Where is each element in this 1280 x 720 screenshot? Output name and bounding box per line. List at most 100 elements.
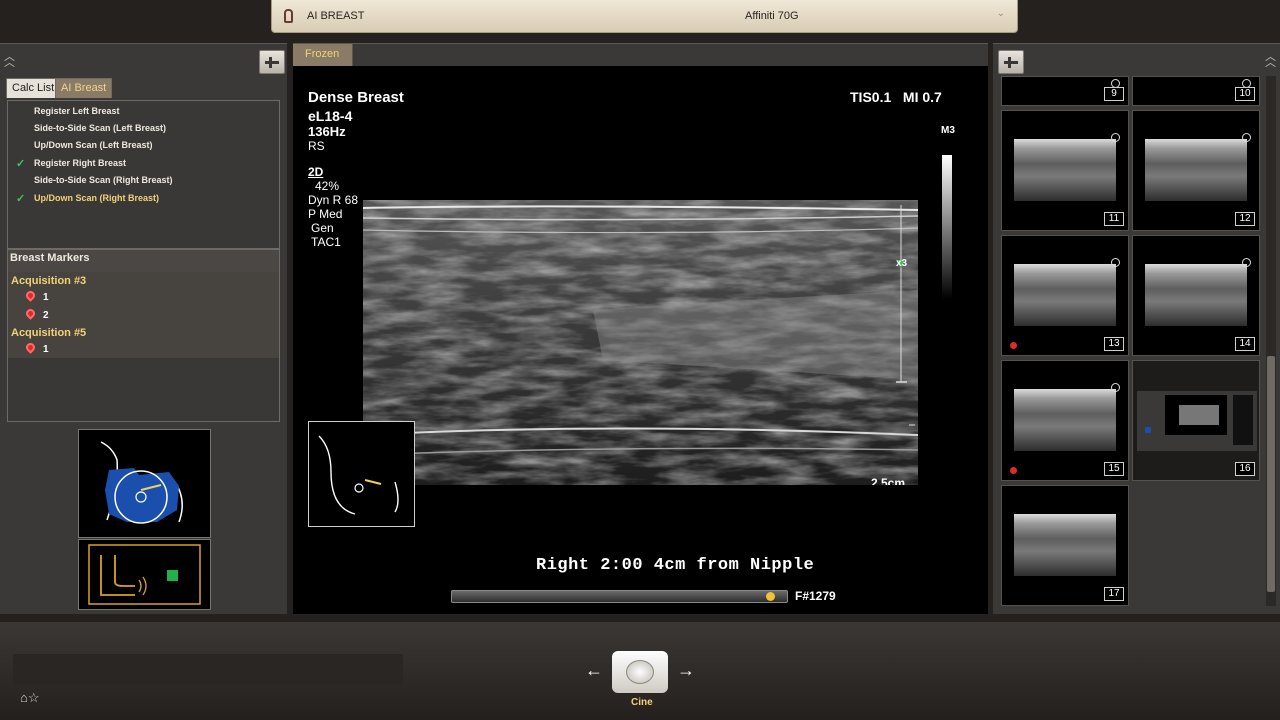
probe-position-indicator bbox=[78, 539, 211, 610]
acquisition-label[interactable]: Acquisition #3 bbox=[11, 275, 86, 287]
thumbnail-number: 17 bbox=[1104, 587, 1124, 601]
thumbnail-image bbox=[1014, 264, 1116, 326]
map-pin-icon bbox=[24, 289, 37, 302]
breast-coverage-map bbox=[78, 429, 211, 538]
marker-dot-icon bbox=[1010, 342, 1017, 349]
map-pin-icon bbox=[24, 341, 37, 354]
thumbnail-number: 12 bbox=[1235, 212, 1255, 226]
markers-list: Acquisition #3 1 2 Acquisition #5 1 bbox=[8, 272, 279, 358]
body-marker bbox=[308, 421, 415, 527]
home-star-icon[interactable]: ⌂☆ bbox=[20, 690, 40, 706]
gain-label: 42% bbox=[315, 179, 340, 193]
pin-button[interactable] bbox=[998, 50, 1024, 74]
thumbnail[interactable]: 11 bbox=[1001, 110, 1129, 231]
marker-item[interactable]: 1 bbox=[24, 289, 49, 303]
ultrasound-texture bbox=[363, 200, 918, 485]
expand-chevron-icon[interactable]: ⌄ bbox=[997, 8, 1005, 19]
trackball-icon bbox=[626, 660, 654, 684]
thumbnail-number: 9 bbox=[1104, 87, 1124, 101]
thumbnail-image bbox=[1014, 139, 1116, 201]
step-register-right[interactable]: Register Right Breast bbox=[34, 158, 126, 168]
circle-icon bbox=[1111, 383, 1120, 392]
thumbnail-number: 14 bbox=[1235, 337, 1255, 351]
cine-slider-handle[interactable] bbox=[766, 592, 775, 601]
app-name: AI BREAST bbox=[307, 10, 365, 22]
cine-slider[interactable] bbox=[451, 590, 788, 603]
frame-number: F#1279 bbox=[795, 589, 836, 603]
screen-capture-map bbox=[1145, 427, 1151, 433]
screen-capture-image bbox=[1137, 391, 1257, 451]
thumbnail[interactable]: 10 bbox=[1132, 76, 1260, 106]
ultrasound-workspace: AI BREAST Affiniti 70G ⌄ ︿ ︿ Calc List AI… bbox=[0, 0, 1280, 720]
persistence-label: P Med bbox=[308, 207, 343, 221]
marker-dot-icon bbox=[1010, 467, 1017, 474]
mode-code-label: RS bbox=[308, 139, 325, 153]
annotation-caption: Right 2:00 4cm from Nipple bbox=[536, 556, 815, 575]
frame-rate-label: 136Hz bbox=[308, 124, 346, 139]
thumbnail[interactable]: 14 bbox=[1132, 235, 1260, 356]
ultrasound-viewport: Frozen Dense Breast eL18-4 136Hz RS TIS0… bbox=[293, 43, 988, 614]
thumbnail-number: 13 bbox=[1104, 337, 1124, 351]
device-name: Affiniti 70G bbox=[745, 10, 799, 22]
tab-ai-breast[interactable]: AI Breast bbox=[55, 78, 113, 98]
person-icon bbox=[284, 9, 293, 23]
marker-item[interactable]: 1 bbox=[24, 341, 49, 355]
thumbnail-image bbox=[1014, 389, 1116, 451]
step-side-right[interactable]: Side-to-Side Scan (Right Breast) bbox=[34, 175, 173, 185]
scrollbar-thumb[interactable] bbox=[1267, 356, 1275, 592]
gen-label: Gen bbox=[311, 221, 334, 235]
thumbnail-image bbox=[1014, 514, 1116, 576]
tis-mi-label: TIS0.1 MI 0.7 bbox=[850, 89, 942, 105]
cine-trackball-button[interactable] bbox=[612, 651, 668, 693]
collapse-up-icon[interactable]: ︿ ︿ bbox=[1265, 52, 1276, 69]
breast-outline-graphic bbox=[318, 435, 399, 515]
dynamic-range-label: Dyn R 68 bbox=[308, 193, 359, 207]
step-register-left[interactable]: Register Left Breast bbox=[34, 106, 120, 116]
step-side-left[interactable]: Side-to-Side Scan (Left Breast) bbox=[34, 123, 166, 133]
pin-icon bbox=[265, 57, 279, 68]
mode-label: 2D bbox=[308, 165, 324, 179]
marker-number: 1 bbox=[43, 292, 49, 303]
viewport-header bbox=[293, 44, 988, 66]
step-updown-right[interactable]: Up/Down Scan (Right Breast) bbox=[34, 193, 159, 203]
thumbnail-number: 10 bbox=[1235, 87, 1255, 101]
pin-button[interactable] bbox=[259, 50, 285, 74]
zoom-label: x3 bbox=[896, 258, 908, 269]
thumbnail-number: 11 bbox=[1104, 212, 1124, 226]
screen-capture-thumbs bbox=[1233, 395, 1253, 445]
title-bar: AI BREAST Affiniti 70G ⌄ bbox=[271, 0, 1018, 33]
thumbnail-image bbox=[1145, 264, 1247, 326]
preset-label: Dense Breast bbox=[308, 89, 404, 106]
checkmark-icon: ✓ bbox=[16, 193, 26, 205]
checkmark-icon: ✓ bbox=[16, 158, 26, 170]
thumbnail-number: 15 bbox=[1104, 462, 1124, 476]
acquisition-label[interactable]: Acquisition #5 bbox=[11, 327, 86, 339]
thumbnail[interactable]: 15 bbox=[1001, 360, 1129, 481]
circle-icon bbox=[1111, 258, 1120, 267]
thumbnail[interactable]: 17 bbox=[1001, 485, 1129, 606]
probe-label: eL18-4 bbox=[308, 108, 353, 124]
circle-icon bbox=[1111, 133, 1120, 142]
bottom-info-field bbox=[13, 654, 403, 684]
tab-calc-list[interactable]: Calc List bbox=[6, 78, 61, 98]
thumbnail[interactable]: 12 bbox=[1132, 110, 1260, 231]
thumbnail[interactable]: 13 bbox=[1001, 235, 1129, 356]
marker-number: 1 bbox=[43, 344, 49, 355]
step-updown-left[interactable]: Up/Down Scan (Left Breast) bbox=[34, 140, 153, 150]
thumbnail-screen-capture[interactable]: 16 bbox=[1132, 360, 1260, 481]
screen-capture-us bbox=[1179, 405, 1219, 425]
pin-icon bbox=[1004, 57, 1018, 68]
marker-item[interactable]: 2 bbox=[24, 307, 49, 321]
ultrasound-image[interactable]: x3 2.5cm bbox=[363, 200, 918, 485]
thumbnail[interactable]: 9 bbox=[1001, 76, 1129, 106]
tac-label: TAC1 bbox=[311, 235, 341, 249]
frozen-tab[interactable]: Frozen bbox=[293, 44, 353, 66]
scan-steps-list: Register Left Breast Side-to-Side Scan (… bbox=[7, 100, 280, 249]
breast-coverage-graphic bbox=[100, 441, 183, 524]
grayscale-bar bbox=[942, 155, 952, 299]
marker-number: 2 bbox=[43, 310, 49, 321]
circle-icon bbox=[1242, 133, 1251, 142]
collapse-up-icon[interactable]: ︿ ︿ bbox=[4, 52, 15, 69]
circle-icon bbox=[1242, 258, 1251, 267]
probe-graphic bbox=[88, 544, 201, 605]
